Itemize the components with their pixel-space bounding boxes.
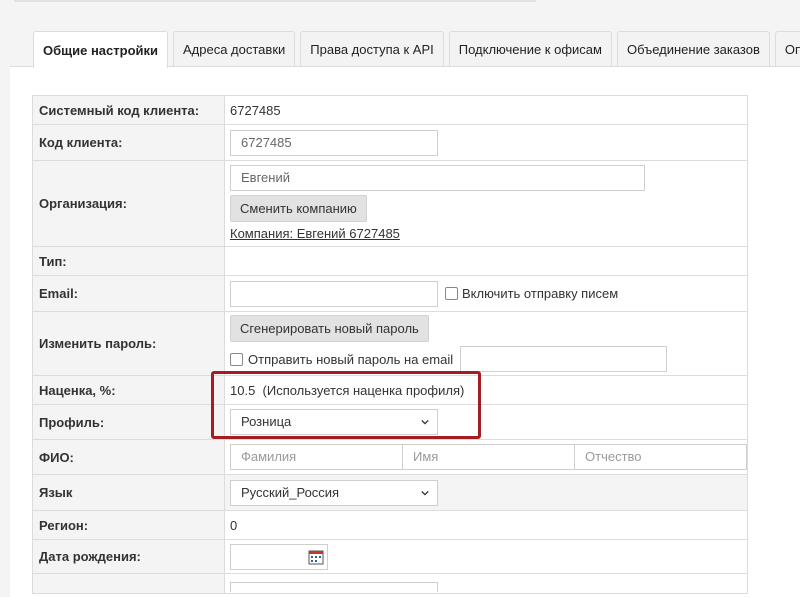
email-label: Email: <box>32 275 225 312</box>
tab-order-merging[interactable]: Объединение заказов <box>616 31 770 66</box>
send-password-label: Отправить новый пароль на email <box>248 351 454 367</box>
row-client-code: Код клиента: 6727485 <box>32 124 748 161</box>
birthdate-input[interactable] <box>230 543 328 570</box>
send-password-checkbox[interactable] <box>230 352 243 366</box>
row-fio: ФИО: Фамилия Имя Отчество <box>32 439 748 475</box>
row-language: Язык Русский_Россия <box>32 474 748 511</box>
language-select[interactable]: Русский_Россия <box>230 479 438 506</box>
profile-select[interactable]: Розница <box>230 409 438 435</box>
markup-value: 10.5 (Используется наценка профиля) <box>224 375 748 405</box>
organization-input[interactable]: Евгений <box>230 164 645 191</box>
last-name-input[interactable]: Фамилия <box>230 444 403 470</box>
tab-office-connection[interactable]: Подключение к офисам <box>448 31 612 66</box>
row-profile: Профиль: Розница <box>32 404 748 440</box>
markup-label: Наценка, %: <box>32 375 225 405</box>
row-birthdate: Дата рождения: <box>32 539 748 574</box>
system-code-value: 6727485 <box>224 95 748 125</box>
chevron-down-icon <box>421 490 429 496</box>
row-region: Регион: 0 <box>32 510 748 540</box>
next-field-input[interactable] <box>230 581 438 592</box>
organization-label: Организация: <box>32 160 225 247</box>
profile-label: Профиль: <box>32 404 225 440</box>
company-link[interactable]: Компания: Евгений 6727485 <box>230 226 400 241</box>
top-divider <box>14 0 536 2</box>
row-organization: Организация: Евгений Сменить компанию Ко… <box>32 160 748 247</box>
profile-select-value: Розница <box>241 414 292 429</box>
email-input[interactable] <box>230 280 438 307</box>
enable-mail-checkbox[interactable] <box>445 287 458 300</box>
generate-password-button[interactable]: Сгенерировать новый пароль <box>230 315 429 342</box>
row-password: Изменить пароль: Сгенерировать новый пар… <box>32 311 748 376</box>
password-label: Изменить пароль: <box>32 311 225 376</box>
send-password-email-input[interactable] <box>460 346 668 372</box>
tab-api-access[interactable]: Права доступа к API <box>300 31 444 66</box>
chevron-down-icon <box>421 419 429 425</box>
client-code-input[interactable]: 6727485 <box>230 129 438 156</box>
region-value: 0 <box>224 510 748 540</box>
enable-mail-label: Включить отправку писем <box>462 286 619 301</box>
region-label: Регион: <box>32 510 225 540</box>
client-code-label: Код клиента: <box>32 124 225 161</box>
client-settings-form: Системный код клиента: 6727485 Код клиен… <box>32 95 748 594</box>
language-label: Язык <box>32 474 225 511</box>
birthdate-label: Дата рождения: <box>32 539 225 574</box>
row-system-code: Системный код клиента: 6727485 <box>32 95 748 125</box>
fio-label: ФИО: <box>32 439 225 475</box>
tab-delivery-addresses[interactable]: Адреса доставки <box>173 31 296 66</box>
patronymic-input[interactable]: Отчество <box>575 444 747 470</box>
type-value <box>224 246 748 276</box>
row-markup: Наценка, %: 10.5 (Используется наценка п… <box>32 375 748 405</box>
tab-options[interactable]: Опции <box>774 31 800 66</box>
tab-general-settings[interactable]: Общие настройки <box>33 31 168 68</box>
system-code-label: Системный код клиента: <box>32 95 225 125</box>
row-type: Тип: <box>32 246 748 276</box>
type-label: Тип: <box>32 246 225 276</box>
first-name-input[interactable]: Имя <box>403 444 575 470</box>
row-email: Email: Включить отправку писем <box>32 275 748 312</box>
change-company-button[interactable]: Сменить компанию <box>230 194 367 222</box>
calendar-icon[interactable] <box>308 549 324 565</box>
language-select-value: Русский_Россия <box>241 484 340 500</box>
settings-tabs: Общие настройки Адреса доставки Права до… <box>33 31 800 68</box>
